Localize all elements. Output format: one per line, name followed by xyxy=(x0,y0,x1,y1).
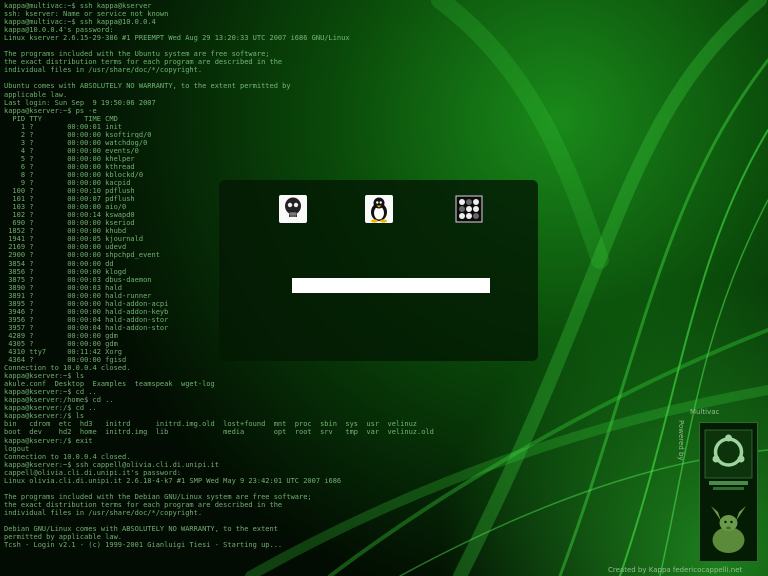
terminal-line: permitted by applicable law. xyxy=(4,533,123,542)
terminal-line: kappa@kserver:/$ exit xyxy=(4,436,93,445)
username-input[interactable] xyxy=(292,278,490,293)
terminal-line: kappa@kserver:~$ ls xyxy=(4,372,85,381)
terminal-line: kappa@kserver:/home$ cd .. xyxy=(4,396,114,405)
terminal-line: Tcsh - Login v2.1 - (c) 1999-2001 Gianlu… xyxy=(4,541,283,550)
terminal-line: The programs included with the Debian GN… xyxy=(4,492,312,501)
session-option-3[interactable] xyxy=(455,195,483,223)
terminal-line: logout xyxy=(4,444,30,453)
terminal-line: Last login: Sun Sep 9 19:50:06 2007 xyxy=(4,98,156,107)
terminal-line: kappa@10.0.0.4's password: xyxy=(4,26,114,35)
terminal-line: kappa@multivac:~$ ssh kappa@kserver xyxy=(4,2,152,10)
terminal-line: Connection to 10.0.0.4 closed. xyxy=(4,452,131,461)
terminal-line: Connection to 10.0.0.4 closed. xyxy=(4,364,131,373)
terminal-line: kappa@kserver:~$ cd .. xyxy=(4,388,97,397)
skull-icon xyxy=(285,197,301,217)
terminal-line: ssh: kserver: Name or service not known xyxy=(4,10,169,19)
terminal-line: individual files in /usr/share/doc/*/cop… xyxy=(4,508,203,517)
terminal-line: boot dev hd2 home initrd.img lib media o… xyxy=(4,428,434,437)
terminal-line: kappa@kserver:/$ cd .. xyxy=(4,404,97,413)
terminal-line: Linux olivia.cli.di.unipi.it 2.6.18-4-k7… xyxy=(4,476,342,485)
grid-icon xyxy=(455,195,483,223)
terminal-line: kappa@multivac:~$ ssh kappa@10.0.0.4 xyxy=(4,18,156,27)
ubuntu-logo-icon xyxy=(704,429,753,490)
terminal-line: 1 ? 00:00:01 init xyxy=(4,122,123,131)
terminal-line: PID TTY TIME CMD xyxy=(4,114,118,123)
terminal-line: Linux kserver 2.6.15-29-386 #1 PREEMPT W… xyxy=(4,34,350,43)
terminal-line: 5 ? 00:00:00 khelper xyxy=(4,154,135,163)
powered-by-label: Powered by xyxy=(677,420,685,461)
tux-icon xyxy=(371,197,387,223)
login-panel xyxy=(219,180,538,361)
terminal-line: Debian GNU/Linux comes with ABSOLUTELY N… xyxy=(4,525,278,534)
terminal-line: 2 ? 00:00:00 ksoftirqd/0 xyxy=(4,130,152,139)
terminal-line: kappa@kserver:~$ ps -e xyxy=(4,106,97,115)
terminal-line: The programs included with the Ubuntu sy… xyxy=(4,50,270,59)
terminal-line: 4 ? 00:00:00 events/0 xyxy=(4,146,139,155)
terminal-line: Ubuntu comes with ABSOLUTELY NO WARRANTY… xyxy=(4,82,291,91)
terminal-line: cappell@olivia.cli.di.unipi.it's passwor… xyxy=(4,468,182,477)
terminal-line: akule.conf Desktop Examples teamspeak wg… xyxy=(4,380,215,389)
terminal-line: kappa@kserver:~$ ssh cappell@olivia.cli.… xyxy=(4,460,219,469)
terminal-line: 8 ? 00:00:00 kblockd/0 xyxy=(4,170,144,179)
branding-badge xyxy=(699,422,758,562)
terminal-line: applicable law. xyxy=(4,90,68,99)
credit-text: Created by Kappa federicocappelli.net xyxy=(608,566,743,574)
terminal-line: 3 ? 00:00:00 watchdog/0 xyxy=(4,138,148,147)
terminal-line: bin cdrom etc hd3 initrd initrd.img.old … xyxy=(4,420,418,429)
terminal-line: 6 ? 00:00:00 kthread xyxy=(4,162,135,171)
terminal-line: kappa@kserver:/$ ls xyxy=(4,412,85,421)
session-option-2[interactable] xyxy=(365,195,393,223)
terminal-line: the exact distribution terms for each pr… xyxy=(4,500,283,509)
session-option-1[interactable] xyxy=(279,195,307,223)
terminal-line: the exact distribution terms for each pr… xyxy=(4,58,283,67)
terminal-line: individual files in /usr/share/doc/*/cop… xyxy=(4,66,203,75)
multivac-logo: Multivac xyxy=(690,408,720,416)
